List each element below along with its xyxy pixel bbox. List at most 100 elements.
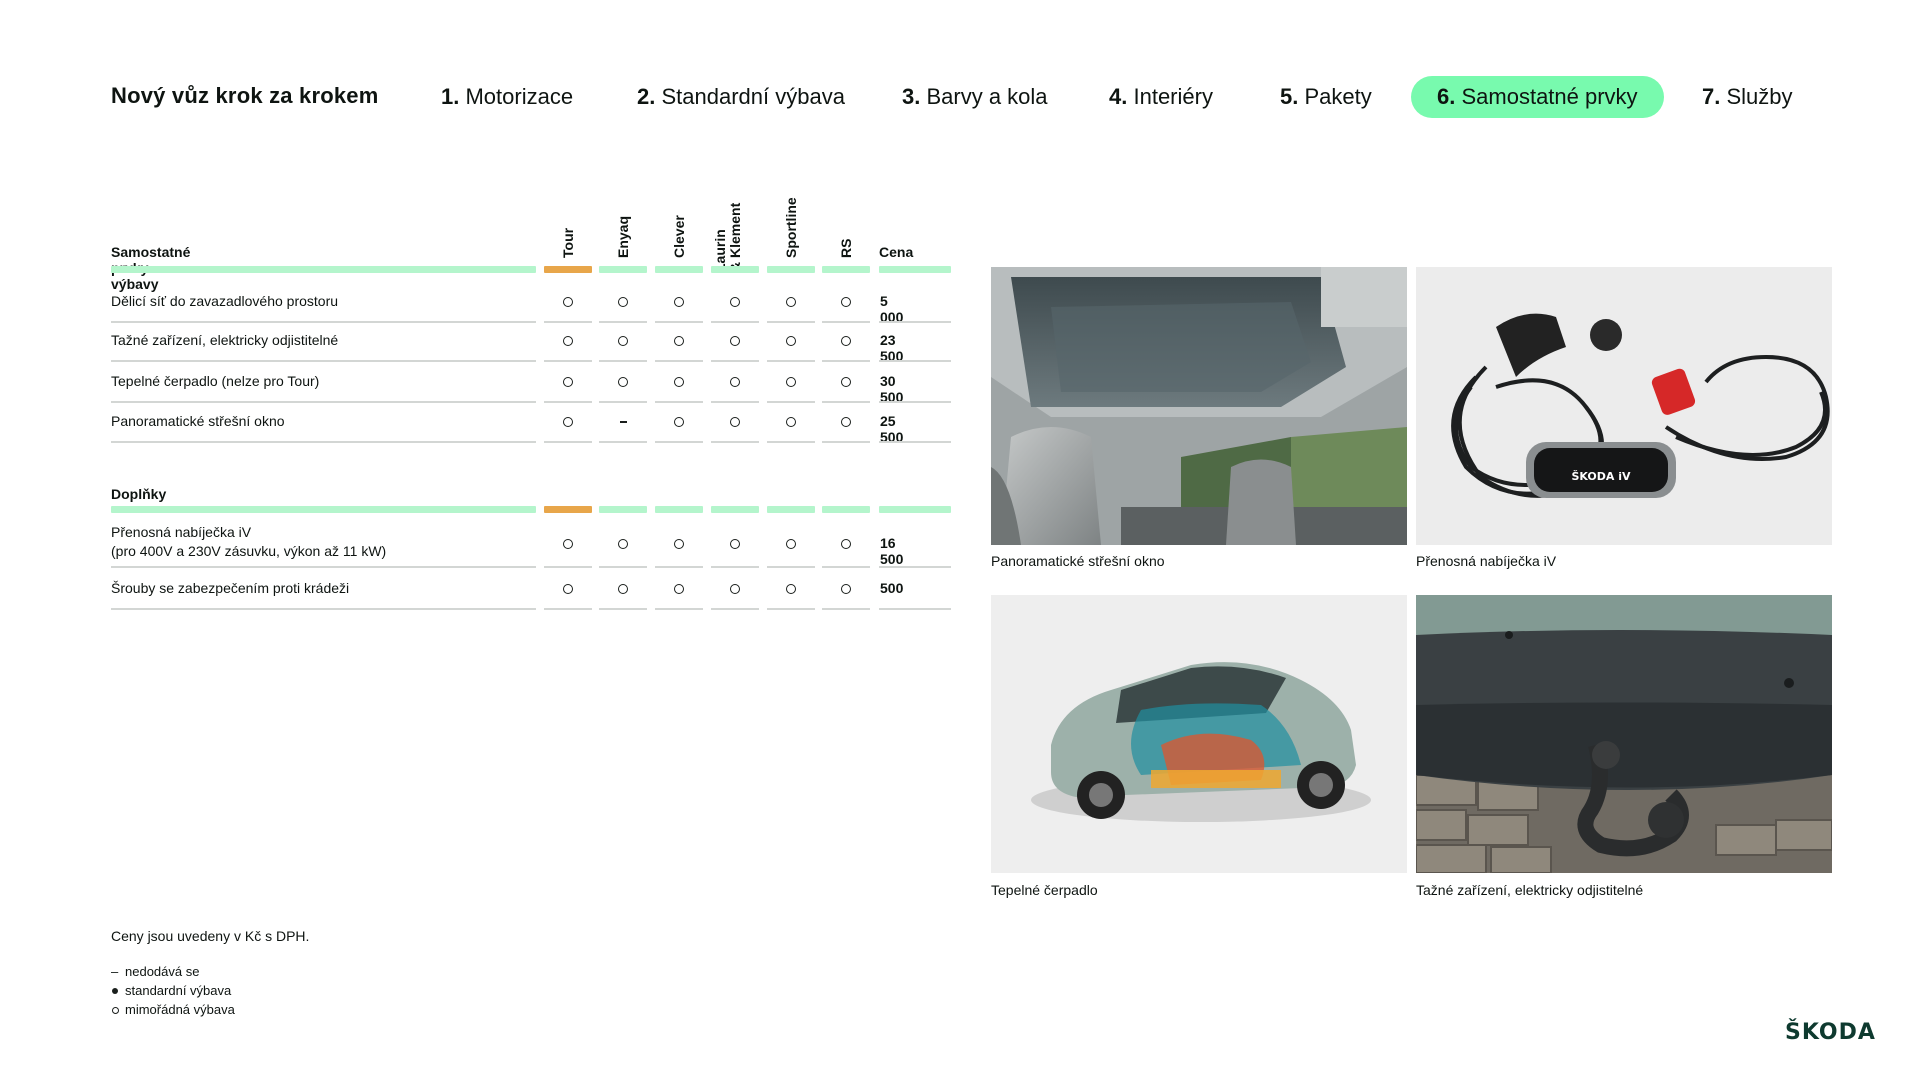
row-label: Tepelné čerpadlo (nelze pro Tour) (111, 372, 541, 391)
column-header: Clever (671, 215, 687, 258)
caption-heat-pump: Tepelné čerpadlo (991, 882, 1098, 898)
optional-ring-icon (786, 377, 796, 387)
row-divider (767, 566, 815, 568)
row-divider (822, 321, 870, 323)
row-divider (879, 401, 951, 403)
row-label: Dělicí síť do zavazadlového prostoru (111, 292, 541, 311)
optional-ring-icon (674, 377, 684, 387)
nav-step-4[interactable]: 4. Interiéry (1109, 76, 1213, 118)
row-divider (822, 566, 870, 568)
header-bar (111, 506, 536, 513)
nav-step-3[interactable]: 3. Barvy a kola (902, 76, 1048, 118)
column-header: Tour (560, 228, 576, 258)
column-header-line: Clever (671, 215, 687, 258)
row-divider (111, 566, 536, 568)
optional-ring-icon (674, 336, 684, 346)
column-header: RS (838, 239, 854, 258)
header-bar (767, 506, 815, 513)
section-title: Doplňky (111, 486, 167, 502)
row-divider (544, 566, 592, 568)
header-bar (711, 506, 759, 513)
row-divider (822, 360, 870, 362)
row-divider (767, 360, 815, 362)
optional-ring-icon (618, 377, 628, 387)
optional-ring-icon (841, 417, 851, 427)
row-divider (655, 566, 703, 568)
optional-ring-icon (563, 584, 573, 594)
price-column-header: Cena (879, 244, 914, 260)
optional-ring-icon (563, 377, 573, 387)
nav-step-2[interactable]: 2. Standardní výbava (637, 76, 845, 118)
row-divider (822, 401, 870, 403)
row-divider (879, 566, 951, 568)
header-bar (655, 266, 703, 273)
dot-symbol-icon (112, 988, 118, 994)
header-bar (822, 506, 870, 513)
column-header-line: RS (838, 238, 854, 258)
row-divider (655, 321, 703, 323)
row-label: Panoramatické střešní okno (111, 412, 541, 431)
row-divider (711, 566, 759, 568)
row-label-line: Přenosná nabíječka iV (111, 524, 252, 540)
legend-item-not-available: – nedodává se (111, 964, 200, 979)
optional-ring-icon (786, 538, 796, 549)
row-divider (711, 441, 759, 443)
optional-ring-icon (618, 584, 628, 594)
nav-step-5[interactable]: 5. Pakety (1280, 76, 1372, 118)
optional-ring-icon (618, 336, 628, 346)
optional-ring-icon (786, 584, 796, 594)
row-label-line: Tepelné čerpadlo (nelze pro Tour) (111, 373, 320, 389)
nav-step-6-active[interactable]: 6. Samostatné prvky (1411, 76, 1664, 118)
nav-step-7[interactable]: 7. Služby (1702, 76, 1793, 118)
header-bar (711, 266, 759, 273)
header-bar (599, 266, 647, 273)
row-divider (711, 401, 759, 403)
ring-symbol-icon (112, 1007, 119, 1014)
optional-ring-icon (563, 297, 573, 307)
charger-photo: ŠKODA iV (1416, 267, 1832, 545)
skoda-logo: ŠKODA (1785, 1020, 1876, 1045)
optional-ring-icon (786, 297, 796, 307)
row-label-line: Panoramatické střešní okno (111, 413, 285, 429)
optional-ring-icon (730, 538, 740, 549)
nav-step-1[interactable]: 1. Motorizace (441, 76, 573, 118)
row-divider (599, 360, 647, 362)
row-label: Přenosná nabíječka iV (pro 400V a 230V zá… (111, 523, 541, 561)
legend-item-standard: standardní výbava (111, 981, 235, 1000)
row-divider (111, 608, 536, 610)
optional-ring-icon (618, 538, 628, 549)
page-title: Nový vůz krok za krokem (111, 83, 379, 108)
row-divider (544, 360, 592, 362)
column-header: Enyaq (615, 216, 631, 258)
row-divider (879, 608, 951, 610)
row-label: Tažné zařízení, elektricky odjistitelné (111, 331, 541, 350)
header-bar (879, 266, 951, 273)
row-label-line: Tažné zařízení, elektricky odjistitelné (111, 332, 339, 348)
row-divider (879, 441, 951, 443)
charger-badge: ŠKODA iV (1571, 470, 1631, 483)
row-divider (767, 321, 815, 323)
optional-ring-icon (730, 377, 740, 387)
price-note: Ceny jsou uvedeny v Kč s DPH. (111, 928, 310, 944)
optional-ring-icon (730, 336, 740, 346)
row-divider (767, 401, 815, 403)
caption-charger: Přenosná nabíječka iV (1416, 553, 1557, 569)
row-divider (111, 321, 536, 323)
legend: – nedodává se standardní výbava mimořádná… (111, 962, 235, 1019)
row-divider (822, 441, 870, 443)
row-divider (767, 608, 815, 610)
row-divider (879, 360, 951, 362)
not-available-dash (620, 421, 627, 423)
row-divider (767, 441, 815, 443)
column-header-line: Enyaq (615, 215, 631, 258)
row-divider (655, 608, 703, 610)
tow-bar-photo (1416, 595, 1832, 873)
row-label-line: (pro 400V a 230V zásuvku, výkon až 11 kW… (111, 543, 387, 559)
header-bar (655, 506, 703, 513)
row-divider (544, 441, 592, 443)
row-divider (655, 360, 703, 362)
row-divider (655, 401, 703, 403)
row-divider (111, 401, 536, 403)
column-header-line: Tour (560, 227, 576, 258)
column-header-line: & Klement (727, 202, 743, 272)
